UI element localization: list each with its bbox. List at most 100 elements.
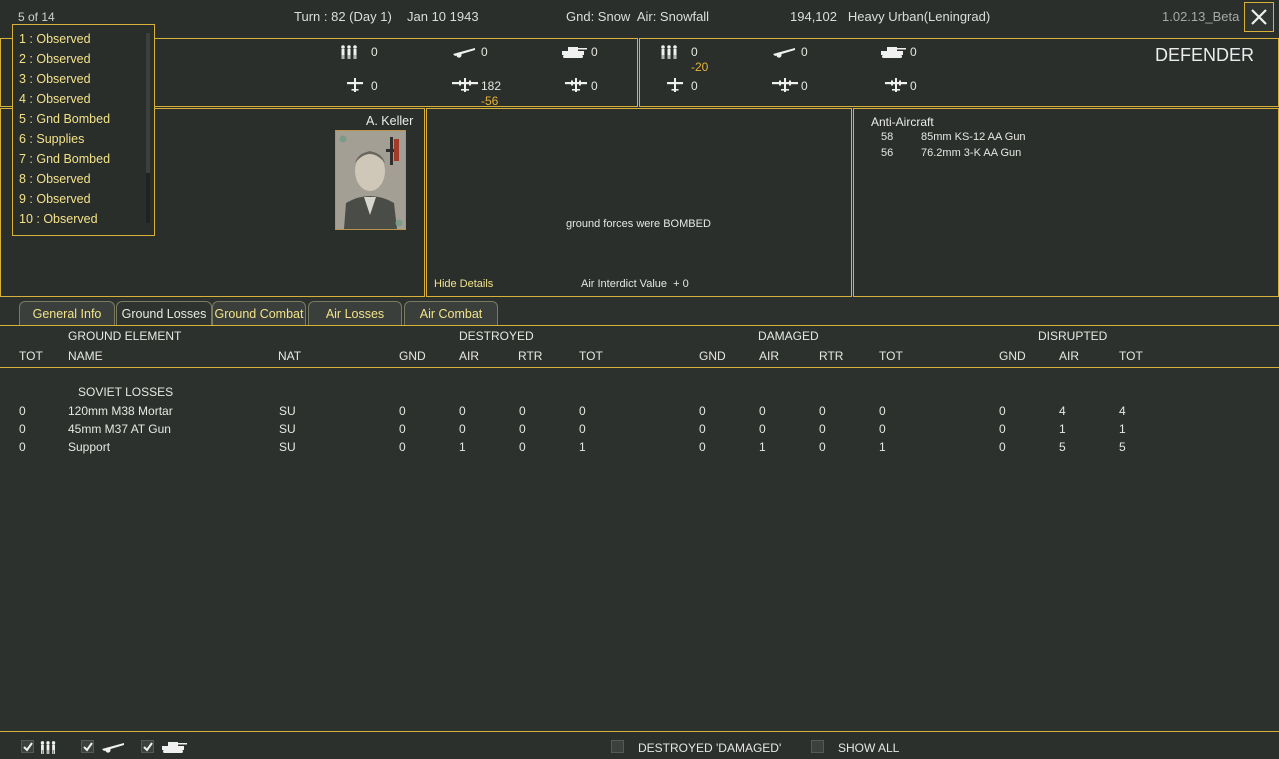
version-label: 1.02.13_Beta: [1162, 9, 1240, 24]
column-header-destroyed-tot[interactable]: TOT: [579, 349, 603, 363]
battle-list-item[interactable]: 2 : Observed: [19, 52, 91, 66]
column-header-destroyed-rtr[interactable]: RTR: [518, 349, 542, 363]
weather-label: Gnd: Snow Air: Snowfall: [566, 9, 710, 24]
transport-aircraft-icon: [884, 77, 908, 93]
column-header-nat[interactable]: NAT: [278, 349, 301, 363]
cell-destroyed-rtr: 0: [519, 440, 526, 454]
column-header-damaged-air[interactable]: AIR: [759, 349, 779, 363]
checkmark-icon: [143, 742, 153, 752]
cell-destroyed-gnd: 0: [399, 440, 406, 454]
cell-destroyed-gnd: 0: [399, 422, 406, 436]
column-header-name[interactable]: NAME: [68, 349, 103, 363]
commander-portrait-image: [336, 131, 405, 229]
anti-aircraft-panel: [853, 108, 1279, 297]
cell-disrupted-tot: 4: [1119, 404, 1126, 418]
battle-list-item[interactable]: 3 : Observed: [19, 72, 91, 86]
checkmark-icon: [23, 742, 33, 752]
hide-details-button[interactable]: Hide Details: [434, 278, 493, 290]
cell-damaged-gnd: 0: [699, 422, 706, 436]
tank-icon: [159, 739, 189, 754]
attacker-bomber-count: 182: [481, 79, 502, 93]
infantry-icon: [38, 740, 58, 754]
group-header-destroyed: DESTROYED: [459, 329, 534, 343]
turn-label: Turn : 82 (Day 1): [294, 9, 392, 24]
cell-disrupted-tot: 5: [1119, 440, 1126, 454]
battle-list-dropdown[interactable]: 1 : Observed 2 : Observed 3 : Observed 4…: [12, 24, 155, 236]
aa-row-count: 58: [881, 131, 894, 143]
column-header-tot[interactable]: TOT: [19, 349, 43, 363]
cell-disrupted-tot: 1: [1119, 422, 1126, 436]
aa-row-name: 85mm KS-12 AA Gun: [921, 131, 1026, 143]
checkmark-icon: [83, 742, 93, 752]
cell-damaged-air: 0: [759, 422, 766, 436]
column-header-destroyed-air[interactable]: AIR: [459, 349, 479, 363]
dropdown-scroll-thumb[interactable]: [146, 33, 150, 173]
cell-tot: 0: [19, 422, 26, 436]
commander-portrait[interactable]: [335, 130, 406, 230]
column-header-disrupted-tot[interactable]: TOT: [1119, 349, 1143, 363]
air-interdict-value: Air Interdict Value + 0: [581, 278, 689, 290]
tank-filter-checkbox[interactable]: [141, 740, 154, 753]
defender-label: DEFENDER: [1155, 45, 1255, 65]
battle-list-item[interactable]: 5 : Gnd Bombed: [19, 112, 110, 126]
defender-bomber-count: 0: [801, 79, 808, 93]
cell-tot: 0: [19, 440, 26, 454]
show-all-checkbox[interactable]: [811, 740, 824, 753]
combat-message-panel: [426, 108, 852, 297]
anti-aircraft-title: Anti-Aircraft: [871, 115, 934, 129]
close-icon: [1251, 9, 1267, 25]
transport-aircraft-icon: [564, 77, 588, 93]
battle-list-item[interactable]: 8 : Observed: [19, 172, 91, 186]
battle-counter: 5 of 14: [18, 10, 55, 24]
cell-destroyed-rtr: 0: [519, 404, 526, 418]
battle-list-item[interactable]: 9 : Observed: [19, 192, 91, 206]
artillery-icon: [100, 741, 126, 753]
battle-list-item[interactable]: 4 : Observed: [19, 92, 91, 106]
aa-row-name: 76.2mm 3-K AA Gun: [921, 147, 1022, 159]
column-header-damaged-tot[interactable]: TOT: [879, 349, 903, 363]
battle-list-item[interactable]: 7 : Gnd Bombed: [19, 152, 110, 166]
cell-disrupted-air: 5: [1059, 440, 1066, 454]
cell-damaged-rtr: 0: [819, 422, 826, 436]
cell-damaged-rtr: 0: [819, 404, 826, 418]
tab-air-combat[interactable]: Air Combat: [404, 301, 498, 325]
cell-name: 120mm M38 Mortar: [68, 404, 173, 418]
group-header-damaged: DAMAGED: [758, 329, 819, 343]
cell-damaged-rtr: 0: [819, 440, 826, 454]
cell-destroyed-air: 0: [459, 404, 466, 418]
defender-transport-count: 0: [910, 79, 917, 93]
attacker-fighter-count: 0: [371, 79, 378, 93]
destroyed-damaged-checkbox[interactable]: [611, 740, 624, 753]
column-header-damaged-rtr[interactable]: RTR: [819, 349, 843, 363]
defender-artillery-count: 0: [801, 45, 808, 59]
tab-air-losses[interactable]: Air Losses: [308, 301, 402, 325]
cell-tot: 0: [19, 404, 26, 418]
tab-ground-combat[interactable]: Ground Combat: [212, 301, 306, 325]
close-button[interactable]: [1244, 2, 1274, 32]
cell-damaged-gnd: 0: [699, 404, 706, 418]
battle-list-item[interactable]: 1 : Observed: [19, 32, 91, 46]
column-header-disrupted-gnd[interactable]: GND: [999, 349, 1026, 363]
battle-list-item[interactable]: 10 : Observed: [19, 212, 98, 226]
battle-list-item[interactable]: 6 : Supplies: [19, 132, 84, 146]
cell-damaged-air: 1: [759, 440, 766, 454]
tab-ground-losses[interactable]: Ground Losses: [116, 301, 212, 325]
cell-disrupted-gnd: 0: [999, 440, 1006, 454]
fighter-aircraft-icon: [346, 77, 364, 93]
cell-destroyed-rtr: 0: [519, 422, 526, 436]
column-header-destroyed-gnd[interactable]: GND: [399, 349, 426, 363]
infantry-filter-checkbox[interactable]: [21, 740, 34, 753]
commander-name: A. Keller: [366, 114, 414, 128]
tank-icon: [560, 44, 588, 60]
infantry-icon: [339, 44, 359, 60]
cell-disrupted-air: 4: [1059, 404, 1066, 418]
defender-infantry-delta: -20: [691, 60, 709, 74]
aa-row-count: 56: [881, 147, 894, 159]
column-header-damaged-gnd[interactable]: GND: [699, 349, 726, 363]
column-header-disrupted-air[interactable]: AIR: [1059, 349, 1079, 363]
tab-general-info[interactable]: General Info: [19, 301, 115, 325]
attacker-tank-count: 0: [591, 45, 598, 59]
artillery-filter-checkbox[interactable]: [81, 740, 94, 753]
fighter-aircraft-icon: [666, 77, 684, 93]
defender-infantry-count: 0: [691, 45, 698, 59]
